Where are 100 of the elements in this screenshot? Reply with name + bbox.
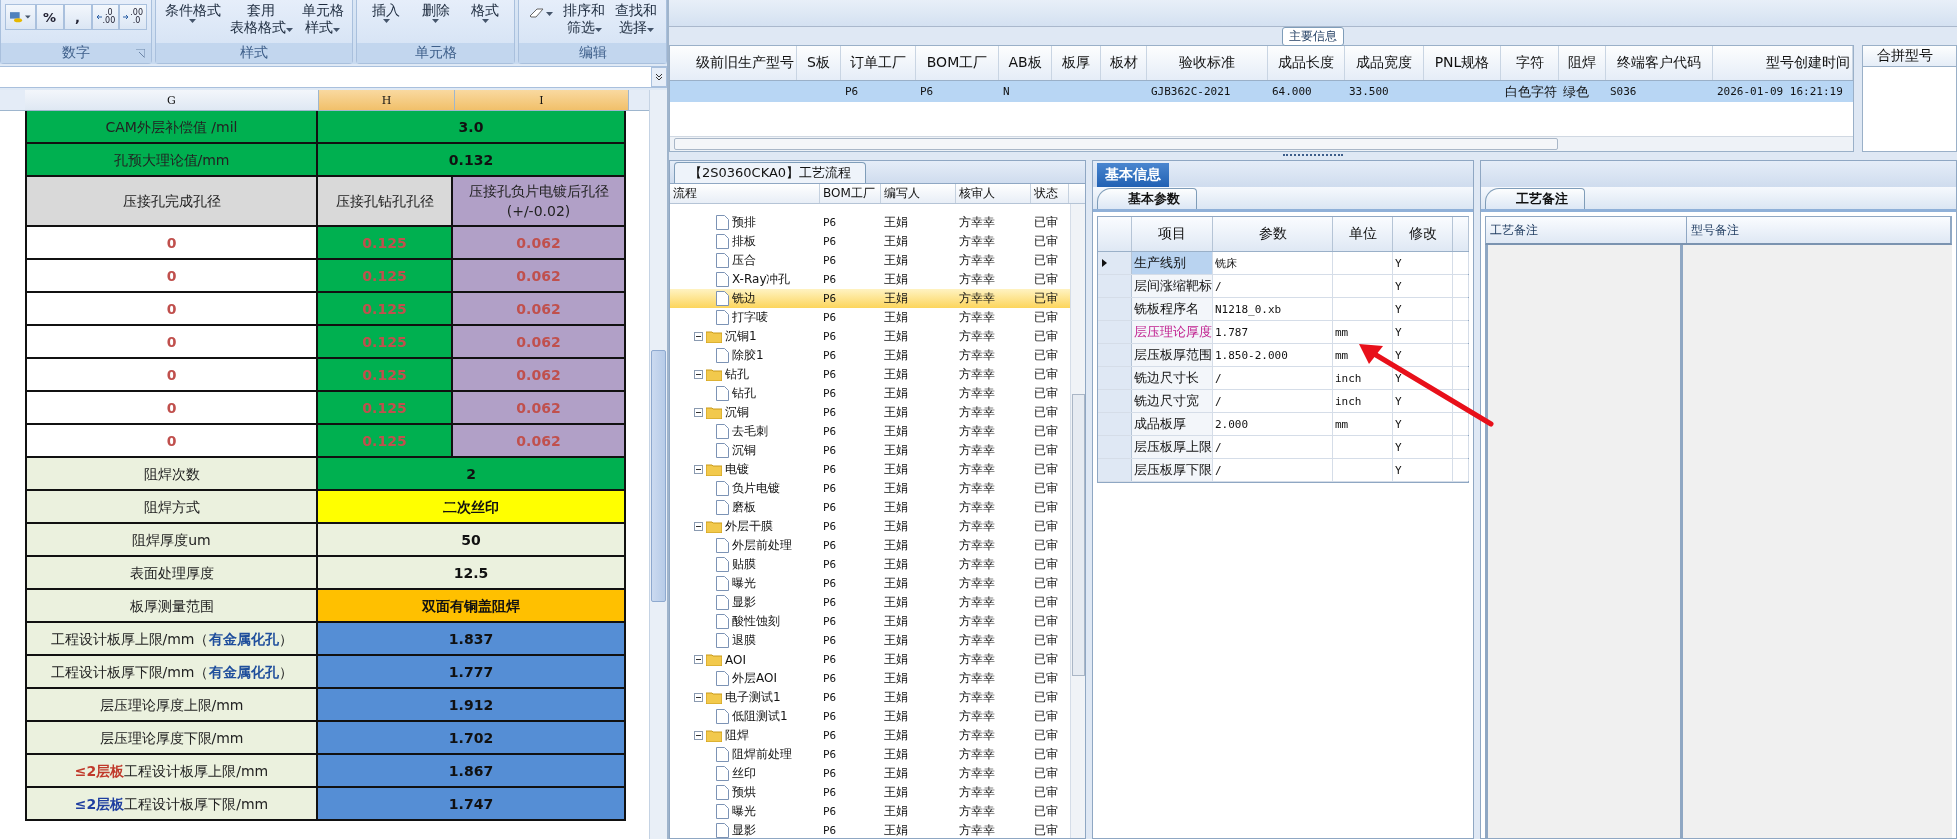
collapse-toggle[interactable] [694,655,703,664]
tree-row[interactable]: 沉铜 P6 王娟 方幸幸 已审 [670,441,1070,460]
column-header[interactable]: 订单工厂 [841,46,916,80]
tree-row[interactable]: 曝光 P6 王娟 方幸幸 已审 [670,802,1070,821]
tree-row[interactable]: 预烘 P6 王娟 方幸幸 已审 [670,783,1070,802]
column-header[interactable]: 验收标准 [1147,46,1268,80]
column-header[interactable]: 板材 [1101,46,1147,80]
panel-tab[interactable]: 【2S0360CKA0】工艺流程 [674,162,867,183]
tree-row[interactable]: 去毛刺 P6 王娟 方幸幸 已审 [670,422,1070,441]
tree-row[interactable]: 外层干膜 P6 王娟 方幸幸 已审 [670,517,1070,536]
collapse-toggle[interactable] [694,332,703,341]
column-header[interactable]: BOM工厂 [916,46,999,80]
tree-row[interactable]: 丝印 P6 王娟 方幸幸 已审 [670,764,1070,783]
scrollbar[interactable] [1070,204,1085,838]
column-header[interactable]: 流程 [670,184,820,203]
column-header[interactable]: 阻焊 [1559,46,1606,80]
tree-row[interactable]: 外层前处理 P6 王娟 方幸幸 已审 [670,536,1070,555]
column-header[interactable]: 修改 [1393,217,1453,251]
tree-row[interactable]: 负片电镀 P6 王娟 方幸幸 已审 [670,479,1070,498]
sheet-cell: 0 [25,260,318,293]
ribbon-button[interactable]: 条件格式 [162,2,223,23]
ribbon-button[interactable]: 排序和 筛选 [561,2,608,36]
tree-row[interactable]: 显影 P6 王娟 方幸幸 已审 [670,593,1070,612]
comma-button[interactable]: , [63,4,92,30]
tree-row[interactable]: 沉铜1 P6 王娟 方幸幸 已审 [670,327,1070,346]
ribbon-button[interactable]: 删除 [419,2,452,23]
column-header[interactable]: 编写人 [881,184,956,203]
sub-tab[interactable]: 工艺备注 [1485,188,1585,209]
tree-row[interactable]: 电镀 P6 王娟 方幸幸 已审 [670,460,1070,479]
column-header[interactable]: PNL规格 [1424,46,1501,80]
column-header[interactable]: AB板 [999,46,1052,80]
column-header[interactable]: 状态 [1031,184,1069,203]
tree-row[interactable]: 显影 P6 王娟 方幸幸 已审 [670,821,1070,838]
tree-row[interactable]: 排板 P6 王娟 方幸幸 已审 [670,232,1070,251]
collapse-toggle[interactable] [694,370,703,379]
tree-row[interactable]: 酸性蚀刻 P6 王娟 方幸幸 已审 [670,612,1070,631]
tree-row[interactable]: 沉铜 P6 王娟 方幸幸 已审 [670,403,1070,422]
collapse-toggle[interactable] [694,522,703,531]
tree-row[interactable]: 阻焊前处理 P6 王娟 方幸幸 已审 [670,745,1070,764]
decrease-decimal-button[interactable]: .00 .0 [119,4,147,30]
tree-row[interactable]: 外层AOI P6 王娟 方幸幸 已审 [670,669,1070,688]
collapse-toggle[interactable] [694,465,703,474]
tree-row[interactable]: 电子测试1 P6 王娟 方幸幸 已审 [670,688,1070,707]
collapse-toggle[interactable] [694,408,703,417]
ribbon-button[interactable]: 插入 [370,2,403,23]
column-header[interactable]: 型号创建时间 [1713,46,1853,80]
increase-decimal-button[interactable]: .0 .00 [91,4,120,30]
caret-icon [432,19,440,23]
column-header[interactable]: 字符 [1501,46,1559,80]
ribbon-button[interactable]: 单元格 样式 [299,2,346,36]
tree-row[interactable]: 阻焊 P6 王娟 方幸幸 已审 [670,726,1070,745]
column-header[interactable]: H [319,90,455,110]
tree-row[interactable]: 压合 P6 王娟 方幸幸 已审 [670,251,1070,270]
grid-row[interactable]: P6 P6 N GJB362C-2021 64.000 33.500 白色字符 绿色 S036 2026-01-09 16:21:19 [670,81,1853,102]
column-header[interactable]: 终端客户代码 [1606,46,1713,80]
percent-button[interactable]: % [35,4,64,30]
expand-button[interactable] [651,67,667,87]
ribbon-button[interactable]: 格式 [469,2,502,23]
scrollbar[interactable] [649,90,667,839]
tree-row[interactable]: 打字唛 P6 王娟 方幸幸 已审 [670,308,1070,327]
tree-row[interactable]: 低阻测试1 P6 王娟 方幸幸 已审 [670,707,1070,726]
column-header[interactable]: BOM工厂 [820,184,881,203]
row-header[interactable] [1098,252,1132,274]
tree-row[interactable]: 除胶1 P6 王娟 方幸幸 已审 [670,346,1070,365]
column-header[interactable]: 级前旧生产型号 [670,46,797,80]
tree-row[interactable]: 钻孔 P6 王娟 方幸幸 已审 [670,384,1070,403]
tree-row[interactable]: 贴膜 P6 王娟 方幸幸 已审 [670,555,1070,574]
tree-row[interactable]: 铣边 P6 王娟 方幸幸 已审 [670,289,1070,308]
tree-row[interactable]: 退膜 P6 王娟 方幸幸 已审 [670,631,1070,650]
column-header[interactable]: 型号备注 [1687,217,1951,243]
tree-row[interactable]: AOI P6 王娟 方幸幸 已审 [670,650,1070,669]
tree-row[interactable]: 曝光 P6 王娟 方幸幸 已审 [670,574,1070,593]
column-header[interactable]: G [25,90,319,110]
column-header[interactable]: 合拼型号 [1863,46,1956,67]
sub-tab[interactable]: 基本参数 [1097,188,1197,209]
column-header[interactable]: 核审人 [956,184,1031,203]
horizontal-scrollbar[interactable] [670,136,1853,151]
column-header[interactable]: 成品宽度 [1345,46,1424,80]
column-header[interactable]: 项目 [1132,217,1213,251]
panel-tab[interactable]: 基本信息 [1097,163,1169,187]
ribbon-button[interactable]: 套用 表格格式 [227,2,295,36]
column-header[interactable]: 参数 [1213,217,1333,251]
currency-button[interactable] [5,4,36,30]
column-header[interactable]: I [455,90,629,110]
column-header[interactable]: S板 [797,46,841,80]
table-cell-text: 王娟 [883,271,909,288]
column-header[interactable]: 单位 [1333,217,1393,251]
splitter-grip[interactable] [1283,153,1343,159]
tree-row[interactable]: X-Ray冲孔 P6 王娟 方幸幸 已审 [670,270,1070,289]
ribbon-button[interactable]: 查找和 选择 [613,2,659,36]
column-header[interactable]: 板厚 [1052,46,1101,80]
tree-row[interactable]: 磨板 P6 王娟 方幸幸 已审 [670,498,1070,517]
collapse-toggle[interactable] [694,693,703,702]
table-cell-text: 已审 [1033,442,1059,459]
column-header[interactable]: 成品长度 [1268,46,1345,80]
tree-row[interactable]: 预排 P6 王娟 方幸幸 已审 [670,213,1070,232]
column-header[interactable]: 工艺备注 [1486,217,1687,243]
dialog-launcher-icon[interactable] [136,48,145,58]
tree-row[interactable]: 钻孔 P6 王娟 方幸幸 已审 [670,365,1070,384]
collapse-toggle[interactable] [694,731,703,740]
